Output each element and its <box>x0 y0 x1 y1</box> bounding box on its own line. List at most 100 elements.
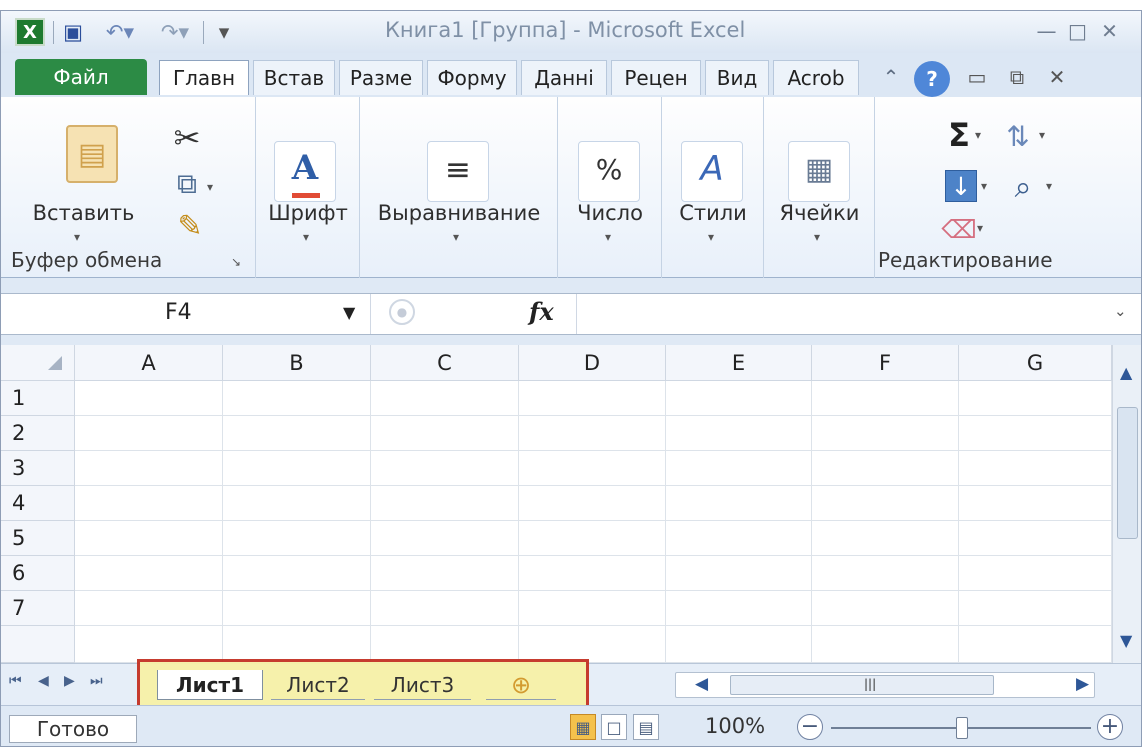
cell[interactable] <box>223 591 371 626</box>
sheet-tab-3[interactable]: Лист3 <box>374 670 471 700</box>
vertical-scroll-thumb[interactable] <box>1117 407 1138 539</box>
alignment-dropdown-icon[interactable]: ▾ <box>453 230 459 244</box>
cell[interactable] <box>812 556 959 591</box>
undo-icon[interactable]: ↶▾ <box>97 18 143 46</box>
styles-dropdown-icon[interactable]: ▾ <box>708 230 714 244</box>
cell[interactable] <box>75 521 223 556</box>
help-icon[interactable]: ? <box>914 61 950 97</box>
scroll-left-icon[interactable]: ◀ <box>695 674 708 694</box>
maximize-window-icon[interactable]: □ <box>1064 18 1091 44</box>
cell[interactable] <box>959 626 1112 663</box>
window-restore-icon[interactable]: ⧉ <box>1003 61 1031 93</box>
percent-icon[interactable]: % <box>579 145 639 193</box>
new-sheet-icon[interactable]: ⊕ <box>486 670 556 700</box>
cell[interactable] <box>519 451 666 486</box>
fill-dropdown-icon[interactable]: ▾ <box>981 179 987 193</box>
number-dropdown-icon[interactable]: ▾ <box>605 230 611 244</box>
cell[interactable] <box>959 381 1112 416</box>
row-header-4[interactable]: 4 <box>1 486 75 521</box>
row-header-2[interactable]: 2 <box>1 416 75 451</box>
row-header-7[interactable]: 7 <box>1 591 75 626</box>
name-box[interactable]: F4 ▼ <box>1 294 371 334</box>
cell[interactable] <box>223 381 371 416</box>
copy-dropdown-icon[interactable]: ▾ <box>207 180 213 194</box>
cell[interactable] <box>519 626 666 663</box>
cell[interactable] <box>959 486 1112 521</box>
sort-filter-icon[interactable]: ⇅ <box>997 115 1039 157</box>
cell[interactable] <box>223 451 371 486</box>
cell[interactable] <box>75 451 223 486</box>
tab-page-layout[interactable]: Разме <box>339 60 423 95</box>
select-all-corner[interactable] <box>1 345 75 381</box>
cell[interactable] <box>959 591 1112 626</box>
styles-icon[interactable]: A <box>682 145 742 193</box>
column-header-b[interactable]: B <box>223 345 371 381</box>
cell[interactable] <box>812 521 959 556</box>
column-header-c[interactable]: C <box>371 345 519 381</box>
column-header-a[interactable]: A <box>75 345 223 381</box>
format-painter-icon[interactable]: ✎ <box>171 209 209 244</box>
row-header-6[interactable]: 6 <box>1 556 75 591</box>
paste-dropdown-icon[interactable]: ▾ <box>74 230 80 244</box>
normal-view-icon[interactable]: ▦ <box>570 714 596 740</box>
page-break-view-icon[interactable]: ▤ <box>633 714 659 740</box>
column-header-g[interactable]: G <box>959 345 1112 381</box>
cell[interactable] <box>666 521 812 556</box>
cell[interactable] <box>75 556 223 591</box>
autosum-icon[interactable]: Σ <box>941 114 977 156</box>
font-button[interactable]: Шрифт <box>258 201 358 225</box>
save-icon[interactable]: ▣ <box>59 18 87 46</box>
fill-icon[interactable]: ↓ <box>945 170 977 202</box>
previous-sheet-icon[interactable]: ◀ <box>38 673 49 689</box>
cell[interactable] <box>666 626 812 663</box>
tab-formulas[interactable]: Форму <box>427 60 517 95</box>
copy-icon[interactable]: ⧉ <box>166 167 208 201</box>
cell[interactable] <box>812 416 959 451</box>
zoom-in-icon[interactable]: + <box>1097 714 1123 740</box>
find-select-icon[interactable]: ⌕ <box>1001 167 1045 207</box>
cell[interactable] <box>371 381 519 416</box>
column-header-e[interactable]: E <box>666 345 812 381</box>
clear-icon[interactable]: ⌫ <box>941 215 976 244</box>
close-window-icon[interactable]: ✕ <box>1096 18 1123 44</box>
autosum-dropdown-icon[interactable]: ▾ <box>975 128 981 142</box>
group-launcher-icon[interactable]: ↘ <box>231 255 241 269</box>
expand-formula-icon[interactable]: ⌄ <box>1114 302 1127 320</box>
cell[interactable] <box>223 626 371 663</box>
horizontal-scrollbar[interactable] <box>675 672 1095 698</box>
cell[interactable] <box>519 486 666 521</box>
zoom-level[interactable]: 100% <box>705 714 765 738</box>
cell[interactable] <box>519 416 666 451</box>
cell[interactable] <box>666 451 812 486</box>
scroll-up-icon[interactable]: ▲ <box>1120 363 1132 382</box>
clear-dropdown-icon[interactable]: ▾ <box>977 221 983 235</box>
excel-icon[interactable]: X <box>15 18 45 46</box>
styles-button[interactable]: Стили <box>662 201 764 225</box>
cell[interactable] <box>959 556 1112 591</box>
row-header-1[interactable]: 1 <box>1 381 75 416</box>
paste-button[interactable]: Вставить <box>16 201 151 225</box>
row-header-3[interactable]: 3 <box>1 451 75 486</box>
cell[interactable] <box>371 556 519 591</box>
alignment-button[interactable]: Выравнивание <box>360 201 558 225</box>
tab-file[interactable]: Файл <box>15 59 147 95</box>
cell[interactable] <box>371 486 519 521</box>
zoom-out-icon[interactable]: − <box>797 714 823 740</box>
align-center-icon[interactable]: ≡ <box>428 146 488 194</box>
scissors-icon[interactable]: ✂ <box>165 119 209 157</box>
last-sheet-icon[interactable]: ⏭ <box>90 673 103 689</box>
number-button[interactable]: Число <box>558 201 662 225</box>
cell[interactable] <box>371 451 519 486</box>
cell[interactable] <box>959 521 1112 556</box>
formula-input[interactable] <box>576 294 1104 334</box>
cells-button[interactable]: Ячейки <box>764 201 875 225</box>
customize-quick-access-icon[interactable]: ▾ <box>209 18 239 46</box>
cell[interactable] <box>519 521 666 556</box>
cell[interactable] <box>959 416 1112 451</box>
zoom-slider-thumb[interactable] <box>956 717 968 739</box>
tab-view[interactable]: Вид <box>705 60 769 95</box>
cell[interactable] <box>223 521 371 556</box>
scroll-right-icon[interactable]: ▶ <box>1076 674 1089 694</box>
sort-filter-dropdown-icon[interactable]: ▾ <box>1039 128 1045 142</box>
cell[interactable] <box>223 486 371 521</box>
